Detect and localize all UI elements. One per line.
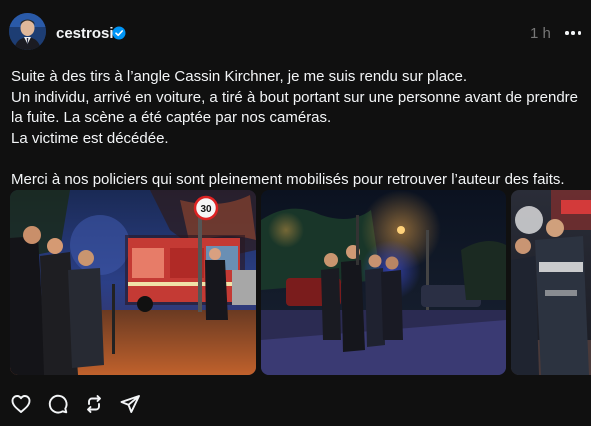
- post-paragraph: La victime est décédée.: [11, 130, 169, 148]
- post-paragraph: Merci à nos policiers qui sont pleinemen…: [11, 170, 565, 188]
- username[interactable]: cestrosi: [56, 25, 114, 42]
- post-image-1[interactable]: 30: [10, 190, 256, 375]
- heart-icon[interactable]: [10, 393, 32, 415]
- comment-icon[interactable]: [47, 393, 69, 415]
- post-paragraph: la fuite. La scène a été captée par nos …: [11, 109, 332, 127]
- post-image-2[interactable]: [261, 190, 506, 375]
- post-timestamp[interactable]: 1 h: [530, 25, 551, 42]
- post-paragraph: Suite à des tirs à l’angle Cassin Kirchn…: [11, 68, 468, 85]
- post-text: Suite à des tirs à l’angle Cassin Kirchn…: [11, 67, 586, 191]
- speed-sign-label: 30: [200, 204, 212, 215]
- post-paragraph: Un individu, arrivé en voiture, a tiré à…: [11, 88, 579, 106]
- avatar[interactable]: [9, 13, 46, 50]
- share-icon[interactable]: [119, 393, 141, 415]
- repost-icon[interactable]: [83, 393, 105, 415]
- post-image-3[interactable]: [511, 190, 591, 375]
- more-options-icon[interactable]: [562, 24, 584, 42]
- verified-badge-icon: [112, 26, 126, 40]
